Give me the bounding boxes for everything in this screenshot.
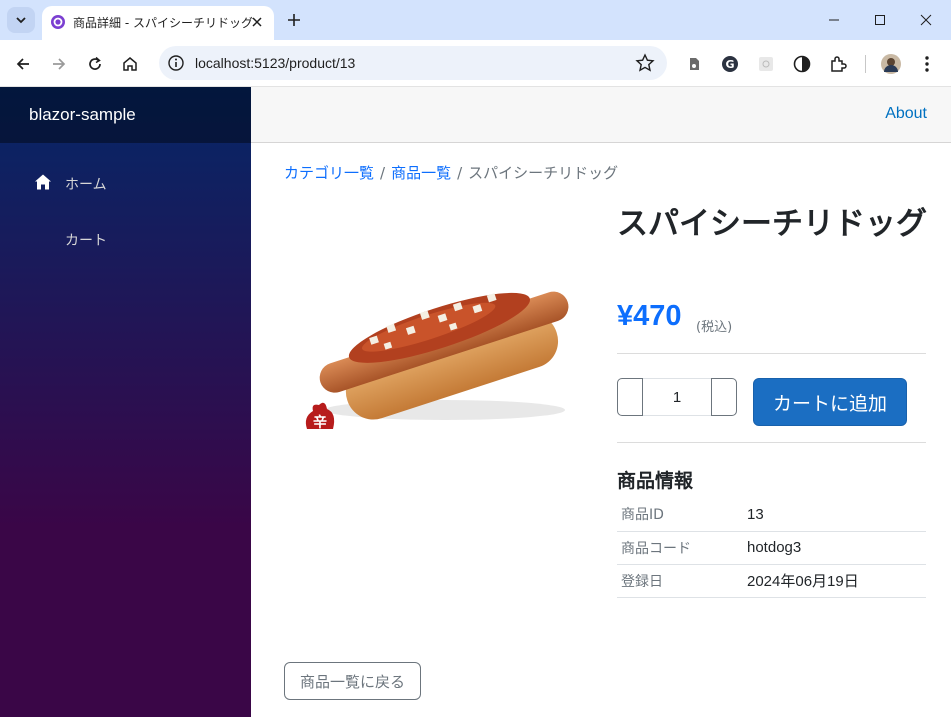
extension-half-circle-icon[interactable]	[792, 54, 812, 74]
product-info-table: 商品ID 13 商品コード hotdog3 登録日 2024年06月19日	[617, 498, 926, 598]
browser-tab[interactable]: 商品詳細 - スパイシーチリドッグ	[42, 6, 274, 40]
back-nav-button[interactable]	[9, 50, 37, 78]
tab-close-button[interactable]	[248, 13, 266, 31]
more-vert-icon	[925, 56, 929, 72]
info-value: 2024年06月19日	[743, 564, 926, 598]
home-nav-button[interactable]	[116, 50, 144, 78]
top-row: About	[251, 87, 951, 143]
toolbar-divider	[865, 55, 866, 73]
info-key: 商品コード	[617, 531, 743, 565]
maximize-button[interactable]	[857, 0, 903, 40]
product-image: 辛	[305, 291, 569, 431]
back-to-list-button[interactable]: 商品一覧に戻る	[284, 662, 421, 700]
chevron-down-icon	[16, 17, 26, 24]
app-brand[interactable]: blazor-sample	[29, 105, 136, 125]
divider	[617, 353, 926, 354]
new-tab-button[interactable]	[283, 9, 305, 31]
url-text[interactable]: localhost:5123/product/13	[195, 55, 355, 71]
extensions-puzzle-icon[interactable]	[828, 54, 848, 74]
brand-bar: blazor-sample	[0, 87, 251, 143]
breadcrumb-products-link[interactable]: 商品一覧	[391, 164, 451, 182]
address-bar[interactable]: localhost:5123/product/13	[159, 46, 667, 80]
table-row: 商品コード hotdog3	[617, 531, 926, 565]
svg-text:G: G	[725, 58, 734, 71]
home-icon	[35, 174, 51, 190]
info-key: 商品ID	[617, 498, 743, 532]
home-outline-icon	[123, 57, 137, 71]
product-price: ¥470	[617, 300, 682, 332]
minimize-button[interactable]	[811, 0, 857, 40]
breadcrumb-separator: /	[457, 164, 463, 182]
tab-search-button[interactable]	[7, 7, 35, 33]
bookmark-star-icon[interactable]	[635, 53, 655, 73]
table-row: 商品ID 13	[617, 498, 926, 532]
close-icon	[920, 14, 932, 26]
breadcrumb-separator: /	[380, 164, 386, 182]
about-link[interactable]: About	[885, 105, 927, 123]
info-key: 登録日	[617, 564, 743, 598]
minimize-icon	[829, 19, 839, 21]
browser-tabstrip: 商品詳細 - スパイシーチリドッグ	[0, 0, 951, 40]
blazor-logo-icon	[51, 15, 65, 29]
extension-document-icon[interactable]	[684, 54, 704, 74]
table-row: 登録日 2024年06月19日	[617, 564, 926, 598]
browser-toolbar: localhost:5123/product/13 G	[0, 40, 951, 87]
nav-label-cart: カート	[65, 233, 107, 249]
quantity-increment-button[interactable]	[711, 378, 737, 416]
add-to-cart-button[interactable]: カートに追加	[753, 378, 907, 426]
app-sidebar: blazor-sample ホーム カート	[0, 87, 251, 717]
reload-button[interactable]	[81, 50, 109, 78]
arrow-left-icon	[16, 58, 29, 70]
info-value: hotdog3	[743, 531, 926, 565]
breadcrumb-current: スパイシーチリドッグ	[468, 164, 619, 182]
extension-grid-icon[interactable]	[756, 54, 776, 74]
quantity-stepper	[617, 378, 737, 416]
divider	[617, 442, 926, 443]
maximize-icon	[875, 15, 885, 25]
nav-item-home[interactable]: ホーム	[0, 163, 251, 203]
tab-title: 商品詳細 - スパイシーチリドッグ	[73, 16, 253, 30]
browser-menu-button[interactable]	[917, 54, 937, 74]
tax-note: (税込)	[696, 320, 733, 335]
arrow-right-icon	[53, 58, 66, 70]
window-close-button[interactable]	[903, 0, 949, 40]
close-icon	[252, 17, 262, 27]
breadcrumb-categories-link[interactable]: カテゴリ一覧	[284, 164, 374, 182]
info-icon[interactable]	[167, 54, 185, 72]
plus-icon	[288, 14, 300, 26]
info-value: 13	[743, 498, 926, 532]
quantity-decrement-button[interactable]	[617, 378, 643, 416]
breadcrumb: カテゴリ一覧 / 商品一覧 / スパイシーチリドッグ	[284, 162, 618, 183]
profile-avatar[interactable]	[881, 54, 901, 74]
nav-item-cart[interactable]: カート	[0, 219, 251, 259]
nav-label-home: ホーム	[65, 177, 107, 193]
product-title: スパイシーチリドッグ	[617, 206, 927, 242]
forward-nav-button[interactable]	[45, 50, 73, 78]
extension-g-icon[interactable]: G	[720, 54, 740, 74]
product-info-heading: 商品情報	[617, 470, 694, 492]
quantity-input[interactable]	[643, 378, 711, 416]
spicy-badge: 辛	[313, 414, 327, 431]
reload-icon	[89, 56, 101, 70]
